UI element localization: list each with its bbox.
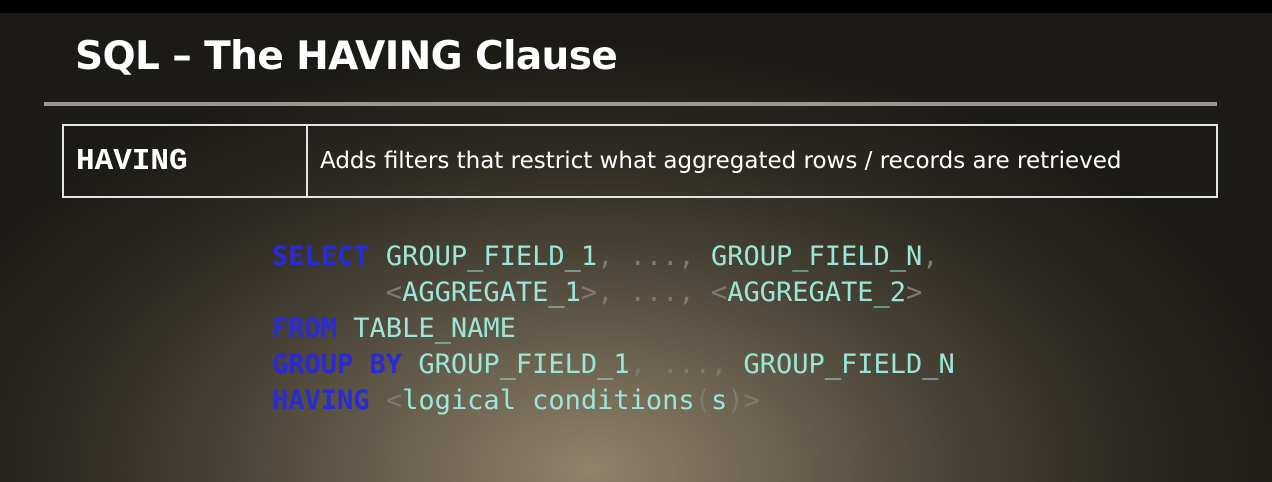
group-field-n: GROUP_FIELD_N [743, 349, 955, 380]
code-line-4: GROUP BY GROUP_FIELD_1, ..., GROUP_FIELD… [272, 349, 955, 380]
angle-open: < [385, 385, 403, 416]
aggregate-2: AGGREGATE_2 [727, 277, 906, 308]
title-divider [44, 102, 1217, 106]
code-line-3: FROM TABLE_NAME [272, 313, 516, 344]
definition-description: Adds filters that restrict what aggregat… [320, 148, 1122, 174]
logical-conditions: logical conditions [402, 385, 695, 416]
angle-open: < [385, 277, 403, 308]
definition-term: HAVING [64, 126, 308, 196]
group-field-1: GROUP_FIELD_1 [385, 241, 598, 272]
code-comma: , [922, 241, 939, 272]
code-separator: , ..., [629, 349, 744, 380]
paren-open: ( [694, 385, 711, 416]
code-line-5: HAVING <logical conditions(s)> [272, 385, 760, 416]
table-name: TABLE_NAME [353, 313, 516, 344]
sql-code-block: SELECT GROUP_FIELD_1, ..., GROUP_FIELD_N… [272, 239, 955, 419]
group-field-n: GROUP_FIELD_N [710, 241, 923, 272]
plural-s: s [710, 385, 728, 416]
aggregate-1: AGGREGATE_1 [402, 277, 581, 308]
code-separator: >, ..., < [580, 277, 728, 308]
definition-table: HAVING Adds filters that restrict what a… [62, 124, 1218, 198]
keyword-select: SELECT [272, 241, 370, 272]
top-black-band [0, 0, 1272, 13]
group-field-1: GROUP_FIELD_1 [418, 349, 630, 380]
code-separator: , ..., [597, 241, 711, 272]
angle-close: > [906, 277, 923, 308]
angle-close: > [743, 385, 760, 416]
paren-close: ) [727, 385, 744, 416]
keyword-group-by: GROUP BY [272, 349, 403, 380]
code-line-1: SELECT GROUP_FIELD_1, ..., GROUP_FIELD_N… [272, 241, 939, 272]
code-line-2: <AGGREGATE_1>, ..., <AGGREGATE_2> [272, 277, 922, 308]
slide-title: SQL – The HAVING Clause [75, 34, 618, 79]
keyword-having: HAVING [272, 385, 370, 416]
keyword-from: FROM [272, 313, 338, 344]
